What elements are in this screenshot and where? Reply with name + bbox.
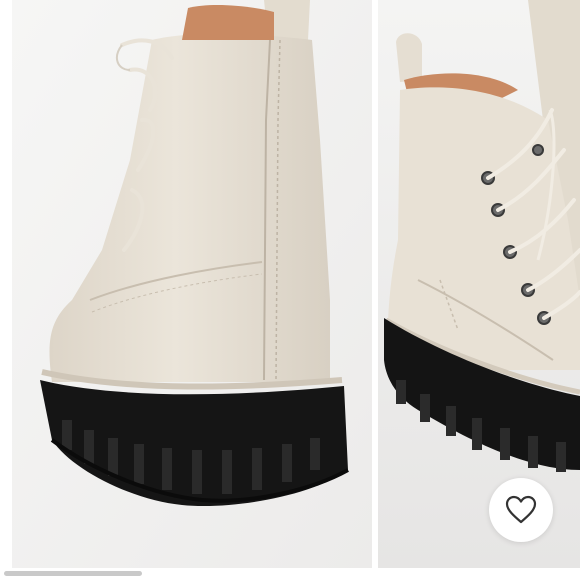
- product-image-back-view[interactable]: [12, 0, 372, 568]
- heart-outline-icon: [505, 495, 537, 524]
- product-image-side-view[interactable]: [378, 0, 580, 568]
- scrollbar-thumb[interactable]: [4, 571, 142, 576]
- favorite-button[interactable]: [489, 478, 553, 542]
- boot-side-view-photo: [378, 0, 580, 568]
- listing-image-viewer: [0, 0, 580, 580]
- carousel-scrollbar[interactable]: [0, 569, 580, 580]
- boot-back-view-photo: [12, 0, 372, 568]
- image-carousel[interactable]: [0, 0, 580, 568]
